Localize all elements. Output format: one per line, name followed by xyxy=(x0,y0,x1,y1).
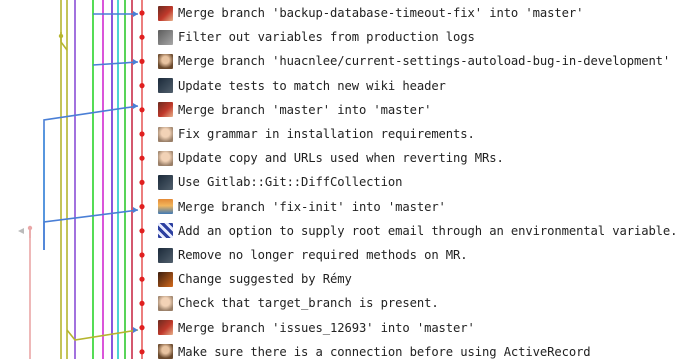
commit-dot xyxy=(139,58,145,64)
merge-connector xyxy=(43,209,139,250)
author-avatar xyxy=(158,271,173,287)
commit-dot xyxy=(27,225,33,231)
network-graph-view: Merge branch 'backup-database-timeout-fi… xyxy=(0,0,676,359)
commit-dot xyxy=(139,276,145,282)
commit-dot xyxy=(139,300,145,306)
commit-message[interactable]: Add an option to supply root email throu… xyxy=(178,224,676,238)
commit-row[interactable]: Merge branch 'huacnlee/current-settings-… xyxy=(158,49,676,73)
commit-message[interactable]: Merge branch 'huacnlee/current-settings-… xyxy=(178,54,676,68)
commit-row[interactable]: Merge branch 'fix-init' into 'master' xyxy=(158,195,446,219)
branch-arrow xyxy=(18,228,24,234)
commit-message[interactable]: Check that target_branch is present. xyxy=(178,296,439,310)
commit-dot xyxy=(139,83,145,89)
merge-connector xyxy=(43,105,139,130)
merge-arrowhead xyxy=(133,59,138,65)
merge-arrowhead xyxy=(133,103,138,109)
author-avatar xyxy=(158,78,173,94)
commit-dot xyxy=(139,155,145,161)
commit-message[interactable]: Update copy and URLs used when reverting… xyxy=(178,151,504,165)
commit-row[interactable]: Filter out variables from production log… xyxy=(158,25,475,49)
commit-message[interactable]: Make sure there is a connection before u… xyxy=(178,345,591,359)
commit-row[interactable]: Add an option to supply root email throu… xyxy=(158,219,676,243)
commit-row[interactable]: Merge branch 'backup-database-timeout-fi… xyxy=(158,1,583,25)
author-avatar xyxy=(158,199,173,215)
commit-dot xyxy=(139,349,145,355)
commit-row[interactable]: Fix grammar in installation requirements… xyxy=(158,122,475,146)
commit-row[interactable]: Remove no longer required methods on MR. xyxy=(158,243,468,267)
commit-row[interactable]: Change suggested by Rémy xyxy=(158,267,352,291)
author-avatar xyxy=(158,295,173,311)
merge-arrowhead xyxy=(133,207,138,213)
commit-row[interactable]: Make sure there is a connection before u… xyxy=(158,340,591,359)
commit-row[interactable]: Update tests to match new wiki header xyxy=(158,74,446,98)
author-avatar xyxy=(158,223,173,239)
author-avatar xyxy=(158,150,173,166)
commit-dot xyxy=(139,228,145,234)
merge-arrowhead xyxy=(133,11,138,17)
commit-row[interactable]: Use Gitlab::Git::DiffCollection xyxy=(158,170,402,194)
author-avatar xyxy=(158,53,173,69)
author-avatar xyxy=(158,102,173,118)
commit-dot xyxy=(139,34,145,40)
commit-row[interactable]: Merge branch 'issues_12693' into 'master… xyxy=(158,316,475,340)
commit-dot xyxy=(139,107,145,113)
author-avatar xyxy=(158,126,173,142)
commit-row[interactable]: Update copy and URLs used when reverting… xyxy=(158,146,504,170)
commit-dot xyxy=(139,10,145,16)
commit-dot xyxy=(139,179,145,185)
author-avatar xyxy=(158,29,173,45)
commit-row[interactable]: Check that target_branch is present. xyxy=(158,291,439,315)
author-avatar xyxy=(158,344,173,359)
commit-message[interactable]: Fix grammar in installation requirements… xyxy=(178,127,475,141)
commit-dot xyxy=(139,325,145,331)
commit-message[interactable]: Merge branch 'master' into 'master' xyxy=(178,103,431,117)
author-avatar xyxy=(158,5,173,21)
commit-dot xyxy=(58,33,64,39)
merge-arrowhead xyxy=(133,327,138,333)
author-avatar xyxy=(158,320,173,336)
commit-dot xyxy=(139,131,145,137)
commit-message[interactable]: Merge branch 'backup-database-timeout-fi… xyxy=(178,6,583,20)
commit-message[interactable]: Update tests to match new wiki header xyxy=(178,79,446,93)
author-avatar xyxy=(158,247,173,263)
commit-row[interactable]: Merge branch 'master' into 'master' xyxy=(158,98,431,122)
commit-message[interactable]: Merge branch 'fix-init' into 'master' xyxy=(178,200,446,214)
commit-message[interactable]: Use Gitlab::Git::DiffCollection xyxy=(178,175,402,189)
commit-message[interactable]: Remove no longer required methods on MR. xyxy=(178,248,468,262)
commit-message[interactable]: Filter out variables from production log… xyxy=(178,30,475,44)
commit-message[interactable]: Merge branch 'issues_12693' into 'master… xyxy=(178,321,475,335)
commit-dot xyxy=(139,252,145,258)
commit-message[interactable]: Change suggested by Rémy xyxy=(178,272,352,286)
author-avatar xyxy=(158,174,173,190)
commit-dot xyxy=(139,204,145,210)
